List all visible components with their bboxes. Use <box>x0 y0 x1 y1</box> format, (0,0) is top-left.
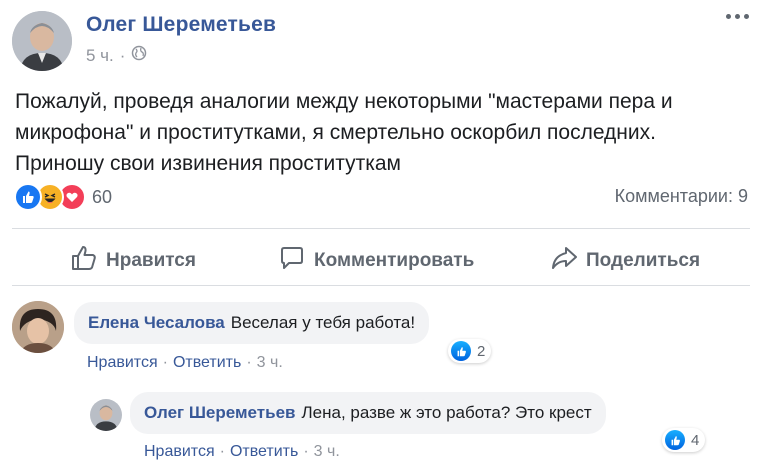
comment-actions: Нравится · Ответить · 3 ч. <box>87 354 283 372</box>
divider-bottom <box>12 285 750 286</box>
reply-time[interactable]: 3 ч. <box>314 443 340 461</box>
reply-like-link[interactable]: Нравится <box>144 443 215 461</box>
share-button[interactable]: Поделиться <box>550 244 700 278</box>
commenter-avatar[interactable] <box>12 301 64 353</box>
post-author-name[interactable]: Олег Шереметьев <box>86 13 276 37</box>
reply-author[interactable]: Олег Шереметьев <box>144 403 295 423</box>
like-button[interactable]: Нравится <box>70 244 196 278</box>
comment-icon <box>278 244 306 278</box>
share-button-label: Поделиться <box>586 250 701 271</box>
reactions-summary[interactable]: 60 <box>14 183 112 211</box>
action-separator: · <box>162 354 168 371</box>
comment-time[interactable]: 3 ч. <box>257 354 283 372</box>
meta-separator: · <box>119 45 126 65</box>
reply-bubble: Олег Шереметьев Лена, разве ж это работа… <box>130 392 606 434</box>
comment-button[interactable]: Комментировать <box>278 244 474 278</box>
thumbs-up-icon <box>70 244 98 278</box>
reply-like-count: 4 <box>691 431 700 449</box>
post-options-icon[interactable] <box>726 14 749 19</box>
comment-author[interactable]: Елена Чесалова <box>88 313 225 333</box>
comment-like-link[interactable]: Нравится <box>87 354 158 372</box>
like-icon <box>451 341 471 361</box>
post-text: Пожалуй, проведя аналогии между некоторы… <box>15 90 673 175</box>
comments-count-link[interactable]: Комментарии: 9 <box>615 186 748 207</box>
comment-reactions[interactable]: 2 <box>448 339 492 363</box>
like-button-label: Нравится <box>106 250 196 271</box>
comment-button-label: Комментировать <box>314 250 475 271</box>
comment-like-count: 2 <box>477 342 486 360</box>
comment-reply-link[interactable]: Ответить <box>173 354 241 372</box>
reactions-count: 60 <box>92 186 113 207</box>
globe-icon <box>131 45 147 66</box>
post-meta: 5 ч. · <box>86 45 147 66</box>
share-icon <box>550 244 578 278</box>
comment-bubble: Елена Чесалова Веселая у тебя работа! <box>74 302 430 344</box>
action-separator: · <box>303 443 309 460</box>
reply-text: Лена, разве ж это работа? Это крест <box>301 403 592 422</box>
reply-reactions[interactable]: 4 <box>662 428 706 452</box>
divider-top <box>12 228 750 229</box>
like-icon <box>14 183 42 211</box>
action-separator: · <box>219 443 225 460</box>
reply-author-avatar[interactable] <box>90 399 122 431</box>
post-time[interactable]: 5 ч. <box>86 46 114 66</box>
reply-actions: Нравится · Ответить · 3 ч. <box>144 443 340 461</box>
like-icon <box>665 430 685 450</box>
action-separator: · <box>246 354 252 371</box>
author-avatar[interactable] <box>12 11 72 71</box>
reply-reply-link[interactable]: Ответить <box>230 443 298 461</box>
comment-text: Веселая у тебя работа! <box>230 313 416 332</box>
